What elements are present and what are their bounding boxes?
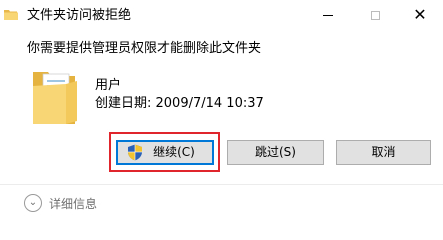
minimize-button[interactable] [305, 0, 351, 30]
continue-button-label: 继续(C) [153, 145, 195, 159]
close-icon: ✕ [413, 5, 427, 24]
folder-access-denied-dialog: 文件夹访问被拒绝 ✕ 你需要提供管理员权限才能删除此文件夹 用户 创建日期: 2… [0, 0, 443, 224]
maximize-icon [370, 10, 380, 20]
permission-message: 你需要提供管理员权限才能删除此文件夹 [27, 41, 262, 56]
file-name: 用户 [95, 78, 122, 93]
uac-shield-icon [128, 144, 142, 161]
details-toggle[interactable]: ⌄ 详细信息 [24, 192, 97, 214]
maximize-button[interactable] [352, 0, 398, 30]
cancel-button[interactable]: 取消 [336, 140, 431, 165]
file-created-date: 创建日期: 2009/7/14 10:37 [95, 96, 264, 111]
minimize-icon [323, 14, 333, 16]
close-button[interactable]: ✕ [397, 0, 443, 30]
details-label: 详细信息 [49, 196, 98, 211]
skip-button[interactable]: 跳过(S) [227, 140, 324, 165]
skip-button-label: 跳过(S) [255, 145, 296, 159]
continue-button[interactable]: 继续(C) [116, 140, 214, 165]
folder-icon [33, 72, 77, 124]
cancel-button-label: 取消 [371, 145, 396, 159]
folder-icon [4, 10, 18, 20]
title-bar: 文件夹访问被拒绝 ✕ [0, 0, 443, 30]
window-title: 文件夹访问被拒绝 [27, 8, 132, 23]
chevron-down-icon: ⌄ [24, 194, 42, 212]
footer-divider [0, 184, 443, 185]
